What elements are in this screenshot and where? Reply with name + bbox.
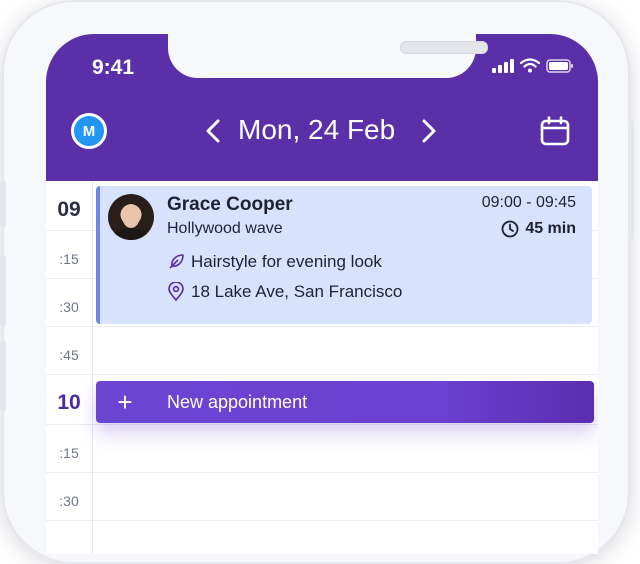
side-button [0, 255, 6, 327]
time-range: 09:00 - 09:45 [481, 194, 576, 211]
signal-icon [492, 58, 514, 73]
status-icons [492, 58, 574, 73]
side-button [0, 180, 6, 228]
slot-divider [46, 374, 598, 375]
clock-icon [501, 220, 519, 238]
slot-divider [46, 520, 598, 521]
address-text: 18 Lake Ave, San Francisco [191, 282, 403, 301]
notch [168, 34, 488, 78]
prev-day-button[interactable] [200, 116, 226, 146]
slot-divider [46, 424, 598, 425]
location-pin-icon [168, 282, 184, 302]
app-screen: 9:41 M Mon, 24 Feb 09:15:30:45 10:15… [46, 34, 598, 554]
plus-icon: + [117, 387, 133, 417]
appointment-card[interactable]: Grace Cooper Hollywood wave 09:00 - 09:4… [96, 186, 592, 324]
current-date[interactable]: Mon, 24 Feb [238, 114, 395, 146]
slot-label-0930: :30 [59, 299, 79, 315]
side-button [0, 340, 6, 412]
avatar-shoulders [112, 228, 150, 240]
day-timeline: 09 :15 :30 :45 10 :15 :30 Grace Cooper H… [46, 181, 598, 554]
user-avatar[interactable]: M [71, 113, 107, 149]
duration-text: 45 min [525, 220, 576, 237]
note-text: Hairstyle for evening look [191, 252, 382, 271]
slot-label-0915: :15 [59, 251, 79, 267]
new-appointment-label: New appointment [167, 391, 308, 412]
side-button [628, 120, 634, 240]
slot-label-1015: :15 [59, 445, 79, 461]
slot-label-0945: :45 [59, 347, 79, 363]
address-row: 18 Lake Ave, San Francisco [167, 282, 402, 302]
new-appointment-button[interactable]: + New appointment [96, 381, 594, 423]
slot-label-1030: :30 [59, 493, 79, 509]
slot-label-10: 10 [57, 391, 81, 414]
client-name: Grace Cooper [167, 194, 293, 215]
client-avatar [108, 194, 154, 240]
battery-icon [546, 58, 573, 73]
chevron-right-icon [422, 119, 436, 143]
speaker [400, 41, 488, 54]
calendar-icon [540, 116, 570, 146]
wifi-icon [520, 58, 540, 73]
status-time: 9:41 [92, 56, 135, 79]
note-row: Hairstyle for evening look [167, 252, 382, 272]
time-column: 09 :15 :30 :45 10 :15 :30 [46, 181, 93, 554]
avatar-face [122, 204, 140, 228]
feather-icon [169, 254, 184, 269]
chevron-left-icon [206, 119, 220, 143]
next-day-button[interactable] [416, 116, 442, 146]
slot-divider [46, 472, 598, 473]
duration: 45 min [501, 220, 576, 238]
calendar-button[interactable] [538, 114, 572, 148]
slot-label-09: 09 [57, 198, 81, 221]
app-header: 9:41 M Mon, 24 Feb [46, 34, 598, 181]
service-name: Hollywood wave [167, 220, 283, 237]
slot-divider [46, 326, 598, 327]
